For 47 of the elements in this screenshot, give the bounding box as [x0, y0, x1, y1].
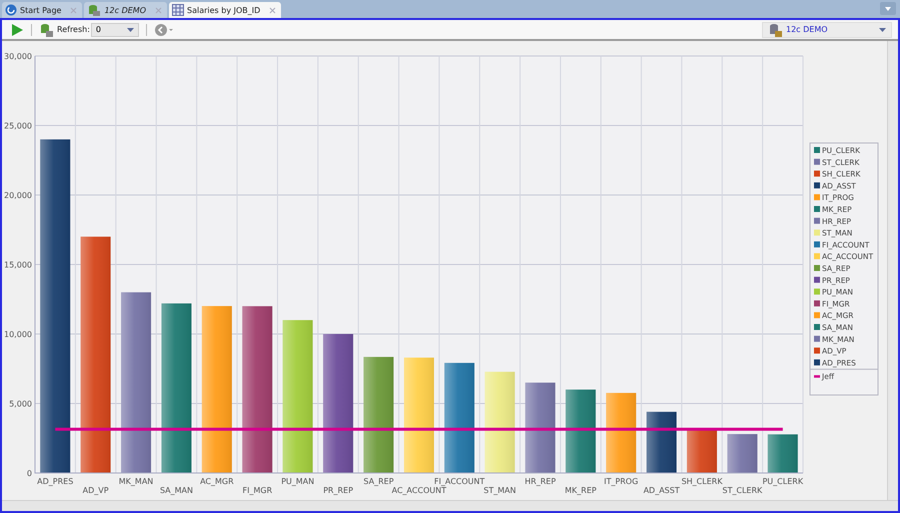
y-axis-label: 25,000: [4, 122, 32, 130]
refresh-select[interactable]: 0: [90, 22, 139, 36]
x-axis-label: AC_ACCOUNT: [392, 486, 446, 495]
tab[interactable]: Start Page: [2, 2, 82, 18]
vertical-scrollbar[interactable]: [887, 41, 898, 500]
y-axis-label: 0: [26, 469, 32, 478]
help-icon: [5, 4, 17, 16]
y-axis-label: 15,000: [4, 260, 32, 270]
x-axis-label: FI_MGR: [242, 486, 272, 495]
y-axis-label: 20,000: [4, 191, 32, 200]
caret-icon: [879, 28, 886, 32]
connection-select[interactable]: 12c DEMO: [762, 22, 892, 38]
x-axis-label: AD_VP: [82, 486, 109, 495]
x-axis-label: PU_MAN: [281, 477, 314, 486]
x-axis-label: PR_REP: [323, 486, 354, 495]
back-icon[interactable]: [154, 22, 174, 36]
x-axis-label: AC_MGR: [200, 477, 234, 486]
x-axis-label: SA_MAN: [160, 486, 193, 495]
tab[interactable]: 12c DEMO: [84, 2, 167, 18]
tab-list-button[interactable]: [880, 2, 896, 15]
y-axis-label: 5,000: [9, 400, 32, 408]
x-axis-label: PU_CLERK: [762, 477, 804, 486]
run-icon[interactable]: [10, 22, 24, 36]
horizontal-scrollbar[interactable]: [2, 500, 898, 511]
close-icon[interactable]: [269, 6, 276, 14]
tab[interactable]: Salaries by JOB_ID: [169, 2, 282, 18]
x-axis-label: MK_MAN: [118, 477, 154, 486]
x-axis-label: ST_MAN: [484, 486, 516, 495]
refresh-icon[interactable]: [39, 22, 53, 36]
x-axis-label: SH_CLERK: [681, 477, 722, 486]
table-icon: [172, 4, 184, 16]
close-icon[interactable]: [155, 6, 162, 14]
refresh-label: Refresh:: [57, 25, 90, 34]
x-axis-label: IT_PROG: [604, 477, 638, 486]
database-icon: [768, 22, 782, 36]
x-axis-label: SA_REP: [364, 477, 394, 486]
y-axis-label: 30,000: [4, 52, 32, 61]
close-icon[interactable]: [70, 6, 78, 14]
x-axis-label: MK_REP: [564, 486, 596, 495]
database-icon: [87, 4, 102, 16]
x-axis-label: FI_ACCOUNT: [434, 477, 485, 486]
y-axis-label: 10,000: [4, 330, 32, 339]
x-axis-label: ST_CLERK: [722, 486, 762, 495]
x-axis-label: AD_ASST: [643, 486, 680, 495]
caret-icon: [126, 28, 134, 32]
x-axis-label: HR_REP: [524, 477, 556, 486]
x-axis-label: AD_PRES: [37, 477, 74, 486]
